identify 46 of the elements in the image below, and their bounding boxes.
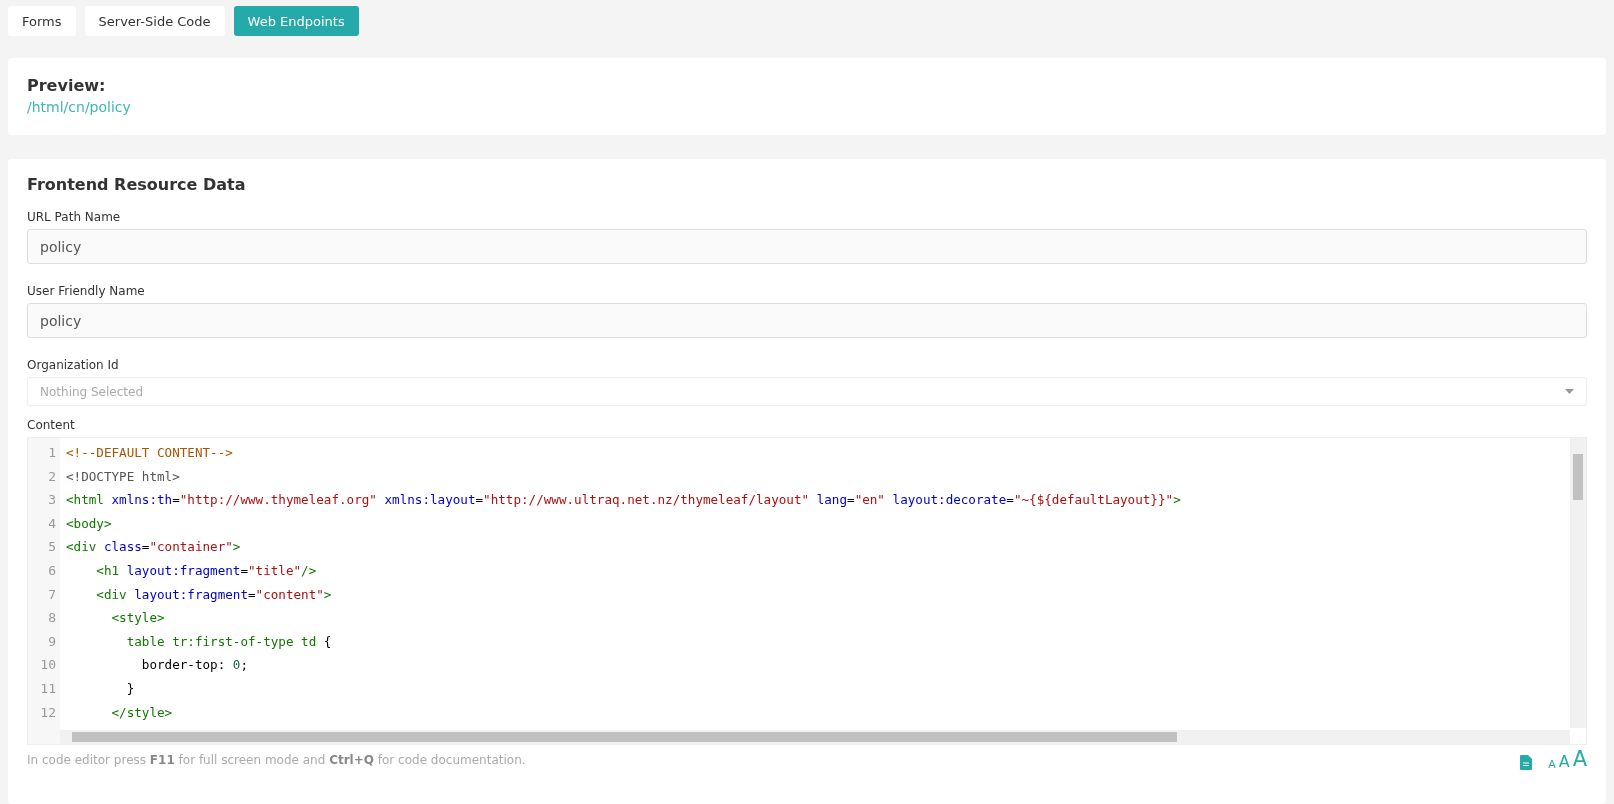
code-line: table tr:first-of-type td { bbox=[125, 632, 332, 651]
line-number: 2 bbox=[47, 467, 57, 486]
tab[interactable]: Web Endpoints bbox=[233, 6, 359, 36]
line-number: 4 bbox=[47, 514, 57, 533]
code-line: border-top: 0; bbox=[140, 656, 248, 675]
code-line: </style> bbox=[110, 703, 173, 722]
line-number: 6 bbox=[47, 561, 57, 580]
line-number: 8 bbox=[47, 609, 57, 628]
line-number: 12 bbox=[39, 703, 57, 722]
line-number: 7 bbox=[47, 585, 57, 604]
font-size-button[interactable]: A bbox=[1558, 754, 1570, 770]
document-icon[interactable] bbox=[1520, 755, 1533, 770]
code-line: <div class="container"> bbox=[66, 538, 241, 557]
tab[interactable]: Server-Side Code bbox=[84, 6, 225, 36]
preview-title: Preview: bbox=[27, 76, 107, 95]
font-size-button[interactable]: A bbox=[1548, 759, 1556, 770]
select-field[interactable]: Nothing Selected bbox=[27, 377, 1587, 406]
font-size-button[interactable]: A bbox=[1572, 749, 1587, 770]
code-line: <html xmlns:th="http://www.thymeleaf.org" xmlns:layout="http://www.ultraq.net.nz/thymeleaf/layout" lang="en" layout:decorate="~{${defaultLayout}}"> bbox=[66, 491, 1181, 510]
field-label: Organization Id bbox=[27, 358, 119, 372]
preview-link[interactable]: /html/cn/policy bbox=[27, 99, 131, 115]
field-label: URL Path Name bbox=[27, 210, 121, 224]
horizontal-scrollbar[interactable] bbox=[60, 730, 1570, 744]
section-title: Frontend Resource Data bbox=[27, 175, 247, 194]
tab[interactable]: Forms bbox=[8, 6, 76, 36]
editor-hint: In code editor press F11 for full screen mode and Ctrl+Q for code documentation. bbox=[27, 752, 526, 767]
code-line: <style> bbox=[110, 609, 165, 628]
line-number: 1 bbox=[47, 444, 57, 462]
line-number: 5 bbox=[47, 538, 57, 557]
code-editor[interactable] bbox=[27, 437, 1587, 745]
line-number: 11 bbox=[39, 679, 57, 698]
code-line: <h1 layout:fragment="title"/> bbox=[95, 561, 317, 580]
vertical-scrollbar[interactable] bbox=[1570, 438, 1586, 728]
code-line: } bbox=[125, 679, 135, 698]
code-line: <!DOCTYPE html> bbox=[66, 467, 180, 486]
input-field[interactable]: policy bbox=[27, 303, 1587, 338]
line-number: 3 bbox=[47, 491, 57, 510]
caret-icon bbox=[1565, 389, 1574, 394]
code-line: <body> bbox=[66, 514, 112, 533]
input-field[interactable]: policy bbox=[27, 229, 1587, 264]
field-label: Content bbox=[27, 418, 75, 432]
field-label: User Friendly Name bbox=[27, 284, 145, 298]
line-number: 10 bbox=[39, 656, 57, 675]
line-number: 9 bbox=[47, 632, 57, 651]
code-line: <div layout:fragment="content"> bbox=[95, 585, 332, 604]
code-line: <!--DEFAULT CONTENT--> bbox=[66, 444, 233, 462]
